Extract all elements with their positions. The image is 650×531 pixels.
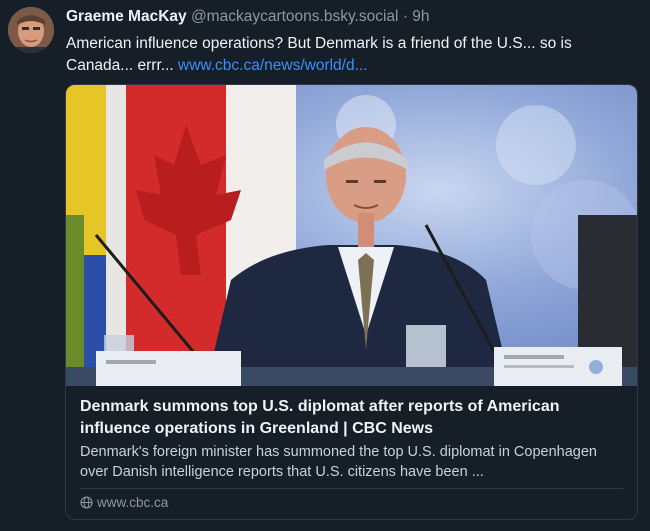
card-thumbnail xyxy=(66,85,637,386)
post-header: Graeme MacKay @mackaycartoons.bsky.socia… xyxy=(66,8,430,26)
card-divider xyxy=(80,488,623,489)
globe-icon xyxy=(80,496,93,509)
post-link[interactable]: www.cbc.ca/news/world/d... xyxy=(178,57,368,74)
post-timestamp[interactable]: 9h xyxy=(412,8,429,25)
author-handle[interactable]: @mackaycartoons.bsky.social xyxy=(191,8,399,25)
card-domain-text: www.cbc.ca xyxy=(97,495,169,510)
link-preview-card[interactable]: Denmark summons top U.S. diplomat after … xyxy=(65,84,638,520)
author-name[interactable]: Graeme MacKay xyxy=(66,8,187,25)
avatar-image xyxy=(8,7,54,53)
separator-dot: · xyxy=(402,8,408,25)
card-description: Denmark's foreign minister has summoned … xyxy=(80,444,597,480)
card-domain: www.cbc.ca xyxy=(80,495,168,510)
card-title[interactable]: Denmark summons top U.S. diplomat after … xyxy=(80,396,620,440)
post-text: American influence operations? But Denma… xyxy=(66,33,636,77)
avatar[interactable] xyxy=(8,7,54,53)
thumbnail-photo xyxy=(66,85,637,386)
post[interactable]: Graeme MacKay @mackaycartoons.bsky.socia… xyxy=(0,0,650,531)
